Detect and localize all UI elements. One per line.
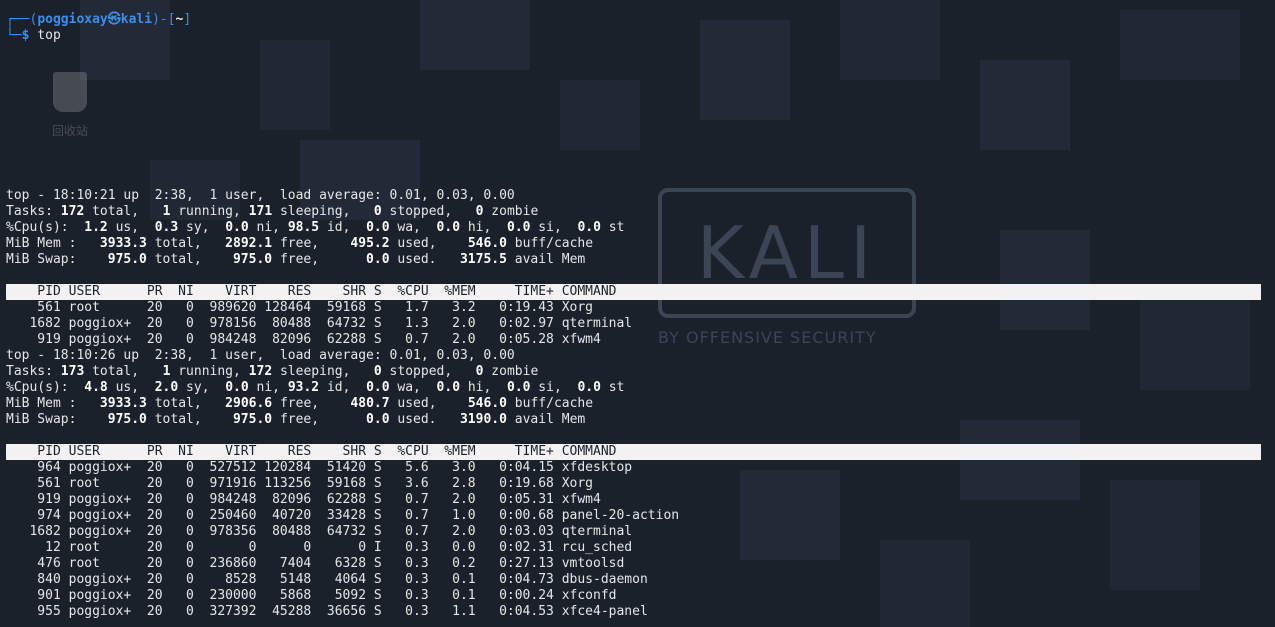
cpu-line: %Cpu(s): 4.8 us, 2.0 sy, 0.0 ni, 93.2 id… [6, 380, 625, 395]
process-row: 1682 poggiox+ 20 0 978356 80488 64732 S … [6, 524, 633, 539]
tasks-line: Tasks: 173 total, 1 running, 172 sleepin… [6, 364, 539, 379]
process-table-header: PID USER PR NI VIRT RES SHR S %CPU %MEM … [6, 444, 1261, 460]
process-table-header: PID USER PR NI VIRT RES SHR S %CPU %MEM … [6, 284, 1261, 300]
process-row: 561 root 20 0 989620 128464 59168 S 1.7 … [6, 300, 593, 315]
process-row: 964 poggiox+ 20 0 527512 120284 51420 S … [6, 460, 633, 475]
process-row: 840 poggiox+ 20 0 8528 5148 4064 S 0.3 0… [6, 572, 648, 587]
process-row: 919 poggiox+ 20 0 984248 82096 62288 S 0… [6, 332, 601, 347]
command-text: top [29, 28, 61, 43]
cpu-line: %Cpu(s): 1.2 us, 0.3 sy, 0.0 ni, 98.5 id… [6, 220, 625, 235]
process-row: 955 poggiox+ 20 0 327392 45288 36656 S 0… [6, 604, 648, 619]
terminal-output[interactable]: ┌──(poggioxay㉿kali)-[~] └─$ top top - 18… [6, 12, 1261, 620]
mem-line: MiB Mem : 3933.3 total, 2906.6 free, 480… [6, 396, 594, 411]
process-row: 12 root 20 0 0 0 0 I 0.3 0.0 0:02.31 rcu… [6, 540, 633, 555]
top-uptime-line: top - 18:10:26 up 2:38, 1 user, load ave… [6, 348, 515, 363]
top-uptime-line: top - 18:10:21 up 2:38, 1 user, load ave… [6, 188, 515, 203]
swap-line: MiB Swap: 975.0 total, 975.0 free, 0.0 u… [6, 412, 586, 427]
prompt-line-1: ┌──(poggioxay㉿kali)-[~] [6, 12, 192, 27]
tasks-line: Tasks: 172 total, 1 running, 171 sleepin… [6, 204, 539, 219]
process-row: 974 poggiox+ 20 0 250460 40720 33428 S 0… [6, 508, 680, 523]
prompt-line-2: └─$ top [6, 28, 61, 43]
process-row: 561 root 20 0 971916 113256 59168 S 3.6 … [6, 476, 593, 491]
prompt-user: poggioxay㉿kali [37, 12, 153, 27]
process-row: 919 poggiox+ 20 0 984248 82096 62288 S 0… [6, 492, 601, 507]
mem-line: MiB Mem : 3933.3 total, 2892.1 free, 495… [6, 236, 594, 251]
process-row: 1682 poggiox+ 20 0 978156 80488 64732 S … [6, 316, 633, 331]
swap-line: MiB Swap: 975.0 total, 975.0 free, 0.0 u… [6, 252, 586, 267]
process-row: 476 root 20 0 236860 7404 6328 S 0.3 0.2… [6, 556, 625, 571]
process-row: 901 poggiox+ 20 0 230000 5868 5092 S 0.3… [6, 588, 617, 603]
